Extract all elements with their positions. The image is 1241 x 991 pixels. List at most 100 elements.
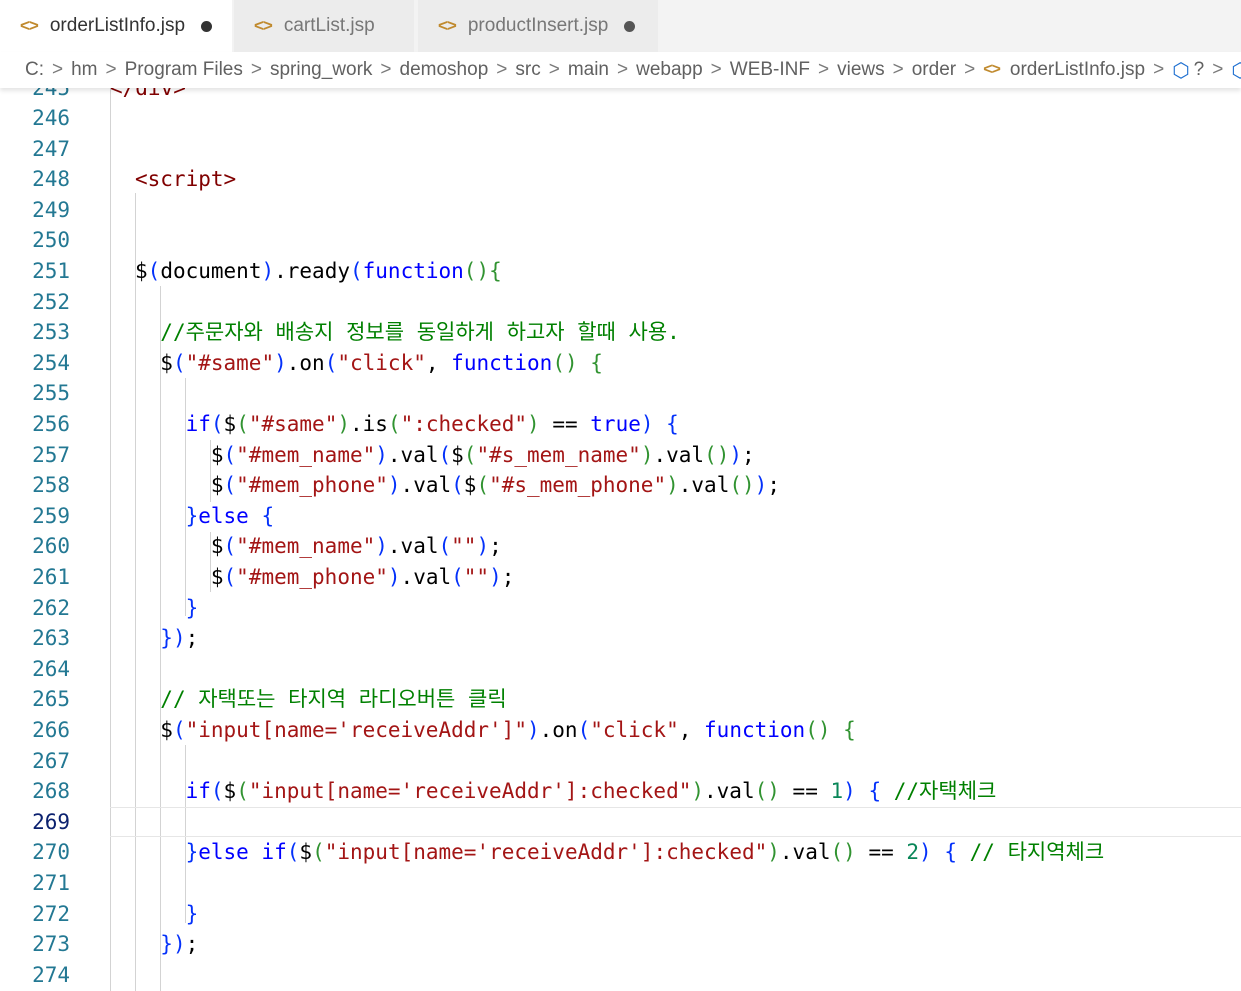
code-line[interactable]: 245 </div>	[0, 88, 1241, 103]
code-line[interactable]: 272 }	[0, 899, 1241, 929]
code-line[interactable]: 260 $("#mem_name").val("");	[0, 531, 1241, 561]
chevron-right-icon: >	[250, 59, 262, 80]
line-number: 246	[32, 106, 70, 130]
breadcrumb-item[interactable]: Program Files	[125, 59, 243, 81]
code-line[interactable]: 246	[0, 103, 1241, 133]
code-line[interactable]: 267	[0, 746, 1241, 776]
line-number: 261	[32, 565, 70, 589]
line-number: 258	[32, 473, 70, 497]
line-number: 250	[32, 228, 70, 252]
modified-dot-icon[interactable]	[624, 20, 636, 32]
breadcrumb-item[interactable]: main	[568, 59, 609, 81]
breadcrumb-item[interactable]: order	[912, 59, 956, 81]
code-line[interactable]: 248 <script>	[0, 164, 1241, 194]
line-number: 274	[32, 963, 70, 987]
line-number: 267	[32, 749, 70, 773]
code-line[interactable]: 247	[0, 134, 1241, 164]
code-line[interactable]: 257 $("#mem_name").val($("#s_mem_name").…	[0, 440, 1241, 470]
tab-cartlist[interactable]: <> cartList.jsp	[234, 0, 414, 52]
cube-icon[interactable]: ⬡	[1172, 58, 1189, 83]
line-text: if($("input[name='receiveAddr']:checked"…	[185, 779, 997, 803]
code-line[interactable]: 258 $("#mem_phone").val($("#s_mem_phone"…	[0, 470, 1241, 500]
tab-orderlistinfo[interactable]: <> orderListInfo.jsp	[0, 0, 232, 52]
line-number: 273	[32, 932, 70, 956]
code-line[interactable]: 256 if($("#same").is(":checked") == true…	[0, 409, 1241, 439]
cube-icon[interactable]: ⬡	[1231, 58, 1241, 83]
line-text: });	[160, 932, 199, 956]
line-text: $(document).ready(function(){	[135, 259, 502, 283]
line-text: $("#mem_phone").val("");	[135, 565, 515, 589]
code-line[interactable]: 265 // 자택또는 타지역 라디오버튼 클릭	[0, 684, 1241, 714]
code-line[interactable]: 250	[0, 225, 1241, 255]
line-text: <script>	[135, 167, 237, 191]
chevron-right-icon: >	[617, 59, 629, 80]
breadcrumb-item[interactable]: demoshop	[400, 59, 489, 81]
code-line[interactable]: 273 });	[0, 929, 1241, 959]
breadcrumb-item[interactable]: webapp	[636, 59, 703, 81]
chevron-right-icon: >	[818, 59, 830, 80]
line-text: //주문자와 배송지 정보를 동일하게 하고자 할때 사용.	[160, 320, 680, 344]
code-line[interactable]: 271	[0, 868, 1241, 898]
code-line[interactable]: 261 $("#mem_phone").val("");	[0, 562, 1241, 592]
breadcrumb-item[interactable]: spring_work	[270, 59, 372, 81]
line-number: 249	[32, 198, 70, 222]
line-number: 270	[32, 840, 70, 864]
line-number: 251	[32, 259, 70, 283]
chevron-right-icon: >	[1153, 59, 1165, 80]
line-number: 245	[32, 88, 70, 100]
code-line[interactable]: 264	[0, 654, 1241, 684]
tab-label: cartList.jsp	[283, 15, 375, 36]
chevron-right-icon: >	[52, 59, 64, 80]
code-line[interactable]: 254 $("#same").on("click", function() {	[0, 348, 1241, 378]
line-text: $("#mem_name").val("");	[135, 534, 502, 558]
tab-productinsert[interactable]: <> productInsert.jsp	[418, 0, 658, 52]
code-line[interactable]: 255	[0, 378, 1241, 408]
line-text: // 자택또는 타지역 라디오버튼 클릭	[160, 687, 507, 711]
line-text: }else {	[185, 504, 275, 528]
chevron-right-icon: >	[964, 59, 976, 80]
line-text: }else if($("input[name='receiveAddr']:ch…	[185, 840, 1105, 864]
breadcrumb-item[interactable]: orderListInfo.jsp	[1010, 59, 1145, 81]
code-line[interactable]: 274	[0, 960, 1241, 990]
line-text: $("input[name='receiveAddr']").on("click…	[135, 718, 856, 742]
breadcrumb-item[interactable]: views	[837, 59, 885, 81]
code-brackets-icon: <>	[983, 61, 1001, 78]
line-number: 272	[32, 902, 70, 926]
breadcrumb-item[interactable]: ?	[1194, 59, 1205, 81]
line-number: 269	[32, 810, 70, 834]
line-text: });	[160, 626, 199, 650]
code-line[interactable]: 263 });	[0, 623, 1241, 653]
line-text: if($("#same").is(":checked") == true) {	[185, 412, 679, 436]
chevron-right-icon: >	[105, 59, 117, 80]
code-line[interactable]: 262 }	[0, 593, 1241, 623]
breadcrumb-item[interactable]: C:	[25, 59, 44, 81]
line-number: 259	[32, 504, 70, 528]
code-line[interactable]: 270 }else if($("input[name='receiveAddr'…	[0, 837, 1241, 867]
code-brackets-icon: <>	[438, 16, 457, 35]
code-line[interactable]: 251 $(document).ready(function(){	[0, 256, 1241, 286]
breadcrumb-item[interactable]: WEB-INF	[730, 59, 810, 81]
line-number: 247	[32, 137, 70, 161]
code-line[interactable]: 266 $("input[name='receiveAddr']").on("c…	[0, 715, 1241, 745]
chevron-right-icon: >	[1212, 59, 1224, 80]
line-number: 264	[32, 657, 70, 681]
breadcrumb-item[interactable]: src	[515, 59, 540, 81]
code-line[interactable]: 249	[0, 195, 1241, 225]
modified-dot-icon[interactable]	[201, 20, 213, 32]
line-text: $("#mem_name").val($("#s_mem_name").val(…	[135, 443, 755, 467]
code-line[interactable]: 268 if($("input[name='receiveAddr']:chec…	[0, 776, 1241, 806]
line-number: 253	[32, 320, 70, 344]
line-number: 271	[32, 871, 70, 895]
breadcrumb-item[interactable]: hm	[71, 59, 97, 81]
line-number: 255	[32, 381, 70, 405]
chevron-right-icon: >	[380, 59, 392, 80]
chevron-right-icon: >	[892, 59, 904, 80]
code-line[interactable]: 253 //주문자와 배송지 정보를 동일하게 하고자 할때 사용.	[0, 317, 1241, 347]
code-line[interactable]: 259 }else {	[0, 501, 1241, 531]
code-brackets-icon: <>	[20, 16, 39, 35]
line-number: 260	[32, 534, 70, 558]
code-line[interactable]: 269	[0, 807, 1241, 837]
code-line[interactable]: 252	[0, 287, 1241, 317]
code-editor[interactable]: 245 </div> 246 247 248 <script> 249 250 251 $(d…	[0, 88, 1241, 991]
code-brackets-icon: <>	[254, 16, 273, 35]
